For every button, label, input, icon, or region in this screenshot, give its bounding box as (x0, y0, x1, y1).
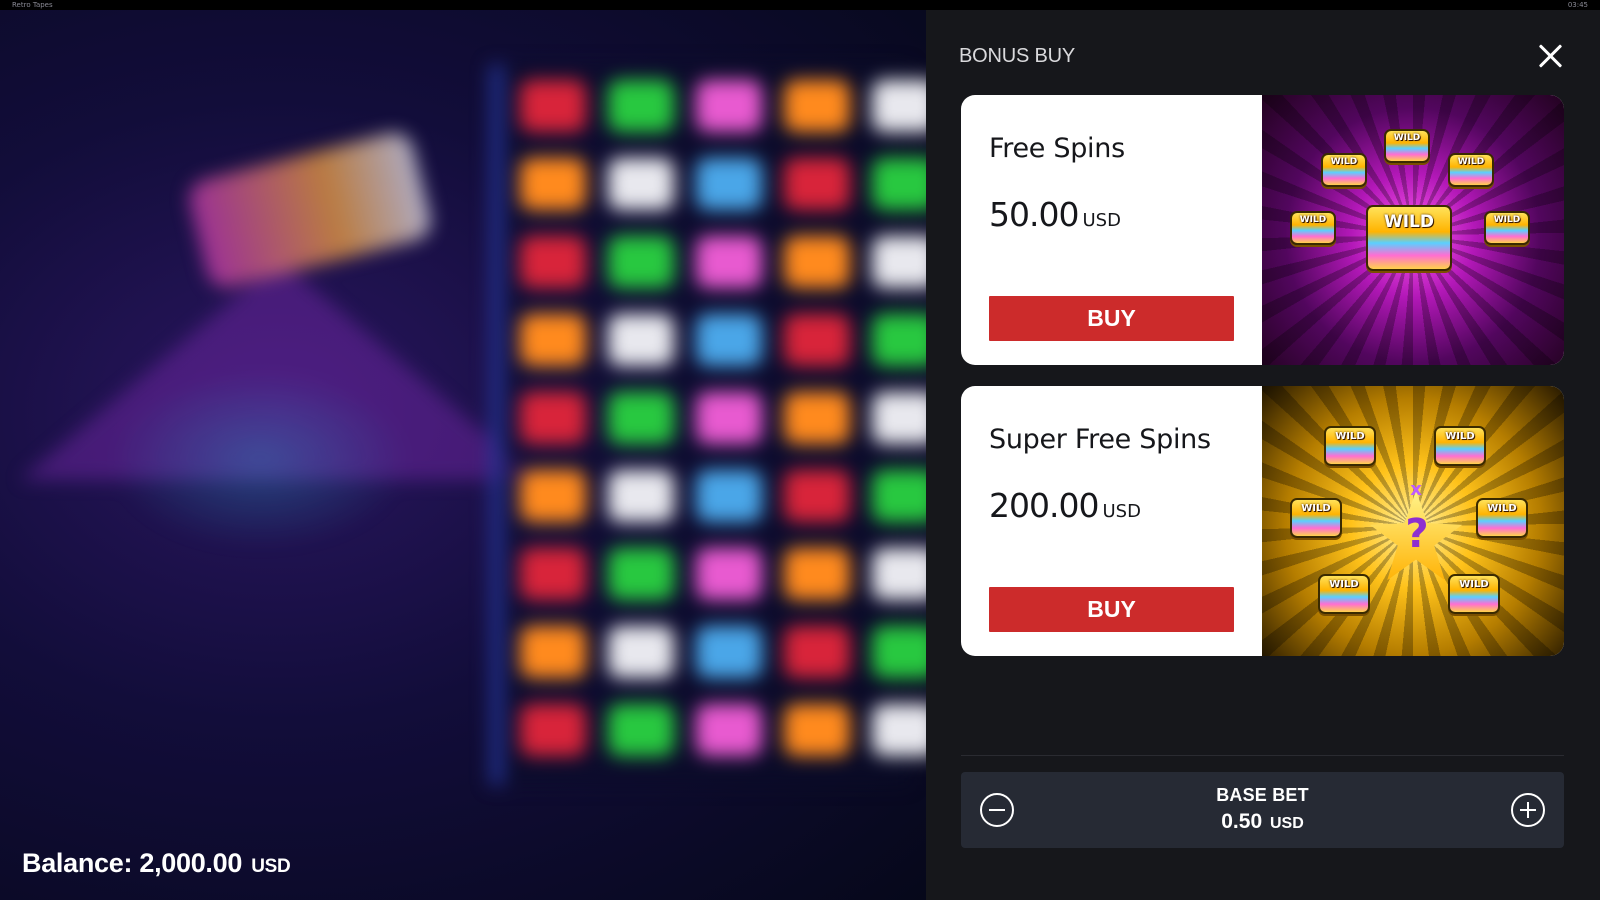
reel-tape-symbol (608, 314, 674, 366)
reel-tape-symbol (784, 314, 850, 366)
reel-tape-symbol (696, 392, 762, 444)
balance-value: 2,000.00 (139, 848, 243, 878)
reel-tape-symbol (520, 548, 586, 600)
reel-tape-symbol (872, 470, 926, 522)
bonus-price-amount: 200.00 (989, 486, 1099, 525)
wild-tape-icon: WILD (1290, 498, 1342, 538)
question-mark-icon: ? (1405, 511, 1429, 557)
bet-label: BASE BET (1216, 785, 1309, 805)
balance-currency: USD (251, 856, 291, 877)
reel-tape-symbol (608, 704, 674, 756)
reel-tape-symbol (872, 314, 926, 366)
panel-title: BONUS BUY (959, 45, 1076, 67)
reel-tape-symbol (696, 158, 762, 210)
base-bet-control: BASE BET 0.50 USD (961, 772, 1564, 848)
reel-tape-symbol (696, 236, 762, 288)
reel-tape-symbol (696, 314, 762, 366)
free-spins-artwork: WILD WILD WILD WILD WILD WILD (1262, 95, 1564, 365)
reel-tape-symbol (608, 626, 674, 678)
reel-tape-symbol (520, 392, 586, 444)
divider (961, 755, 1564, 756)
reel-tape-symbol (872, 626, 926, 678)
bonus-card-free-spins: Free Spins 50.00 USD BUY WILD WILD WILD W… (961, 95, 1564, 365)
reel-tape-symbol (784, 704, 850, 756)
reel-tape-symbol (608, 392, 674, 444)
wild-tape-icon: WILD (1290, 211, 1336, 245)
reel-tape-symbol (520, 626, 586, 678)
reel-tape-symbol (696, 80, 762, 132)
reel-tape-symbol (784, 548, 850, 600)
reel-tape-symbol (696, 548, 762, 600)
reel-tape-symbol (872, 80, 926, 132)
reel-tape-symbol (520, 80, 586, 132)
reel-tape-symbol (872, 548, 926, 600)
reel-tape-symbol (608, 236, 674, 288)
wild-tape-icon: WILD (1324, 426, 1376, 466)
reel-tape-symbol (520, 314, 586, 366)
wild-tape-icon: WILD (1434, 426, 1486, 466)
bonus-price-amount: 50.00 (989, 195, 1079, 234)
reel-tape-symbol (872, 236, 926, 288)
reel-tape-symbol (696, 470, 762, 522)
bonus-buy-panel: BONUS BUY Free Spins 50.00 USD BUY WILD W… (926, 10, 1600, 900)
bonus-price-currency: USD (1102, 501, 1141, 522)
status-bar: Retro Tapes 03:45 (0, 0, 1600, 10)
reel-tape-symbol (784, 236, 850, 288)
bet-currency: USD (1269, 815, 1304, 832)
blurred-reels (0, 10, 926, 900)
reel-tape-symbol (696, 626, 762, 678)
increase-bet-icon[interactable] (1511, 793, 1545, 827)
balance-label: Balance: (22, 848, 133, 878)
bonus-price: 50.00 USD (989, 195, 1121, 234)
bonus-card-super-free-spins: Super Free Spins 200.00 USD BUY WILD WILD… (961, 386, 1564, 656)
bonus-name: Free Spins (989, 133, 1125, 164)
wild-tape-icon: WILD (1366, 205, 1452, 271)
reel-tape-symbol (872, 704, 926, 756)
balance-display: Balance: 2,000.00 USD (22, 848, 291, 879)
wild-tape-icon: WILD (1321, 153, 1367, 187)
wild-tape-icon: WILD (1318, 574, 1370, 614)
bet-amount: 0.50 (1221, 810, 1263, 833)
game-background: Balance: 2,000.00 USD (0, 10, 926, 900)
reel-tape-symbol (608, 158, 674, 210)
bonus-name: Super Free Spins (989, 424, 1211, 455)
close-icon[interactable] (1538, 43, 1564, 69)
buy-button-free-spins[interactable]: BUY (989, 296, 1234, 341)
wild-tape-icon: WILD (1476, 498, 1528, 538)
clock: 03:45 (1567, 1, 1588, 9)
wild-tape-icon: WILD (1484, 211, 1530, 245)
reel-tape-symbol (784, 626, 850, 678)
multiplier-x-icon: x (1410, 479, 1422, 500)
reel-tape-symbol (784, 470, 850, 522)
wild-tape-icon: WILD (1448, 153, 1494, 187)
reel-tape-symbol (520, 236, 586, 288)
bet-value: 0.50 USD (961, 810, 1564, 834)
reel-tape-symbol (784, 158, 850, 210)
bonus-price-currency: USD (1082, 210, 1121, 231)
reel-tape-symbol (784, 392, 850, 444)
super-free-spins-artwork: WILD WILD WILD WILD WILD WILD x ? (1262, 386, 1564, 656)
reel-tape-symbol (784, 80, 850, 132)
bonus-price: 200.00 USD (989, 486, 1141, 525)
buy-button-super-free-spins[interactable]: BUY (989, 587, 1234, 632)
reel-tape-symbol (608, 548, 674, 600)
reel-tape-symbol (696, 704, 762, 756)
reel-tape-symbol (608, 80, 674, 132)
wild-tape-icon: WILD (1448, 574, 1500, 614)
game-title: Retro Tapes (12, 1, 53, 9)
neon-glow (110, 370, 410, 550)
reel-tape-symbol (520, 704, 586, 756)
reel-tape-symbol (520, 470, 586, 522)
reel-tape-symbol (520, 158, 586, 210)
reel-tape-symbol (872, 158, 926, 210)
wild-tape-icon: WILD (1384, 129, 1430, 163)
reel-tape-symbol (872, 392, 926, 444)
reel-tape-symbol (608, 470, 674, 522)
